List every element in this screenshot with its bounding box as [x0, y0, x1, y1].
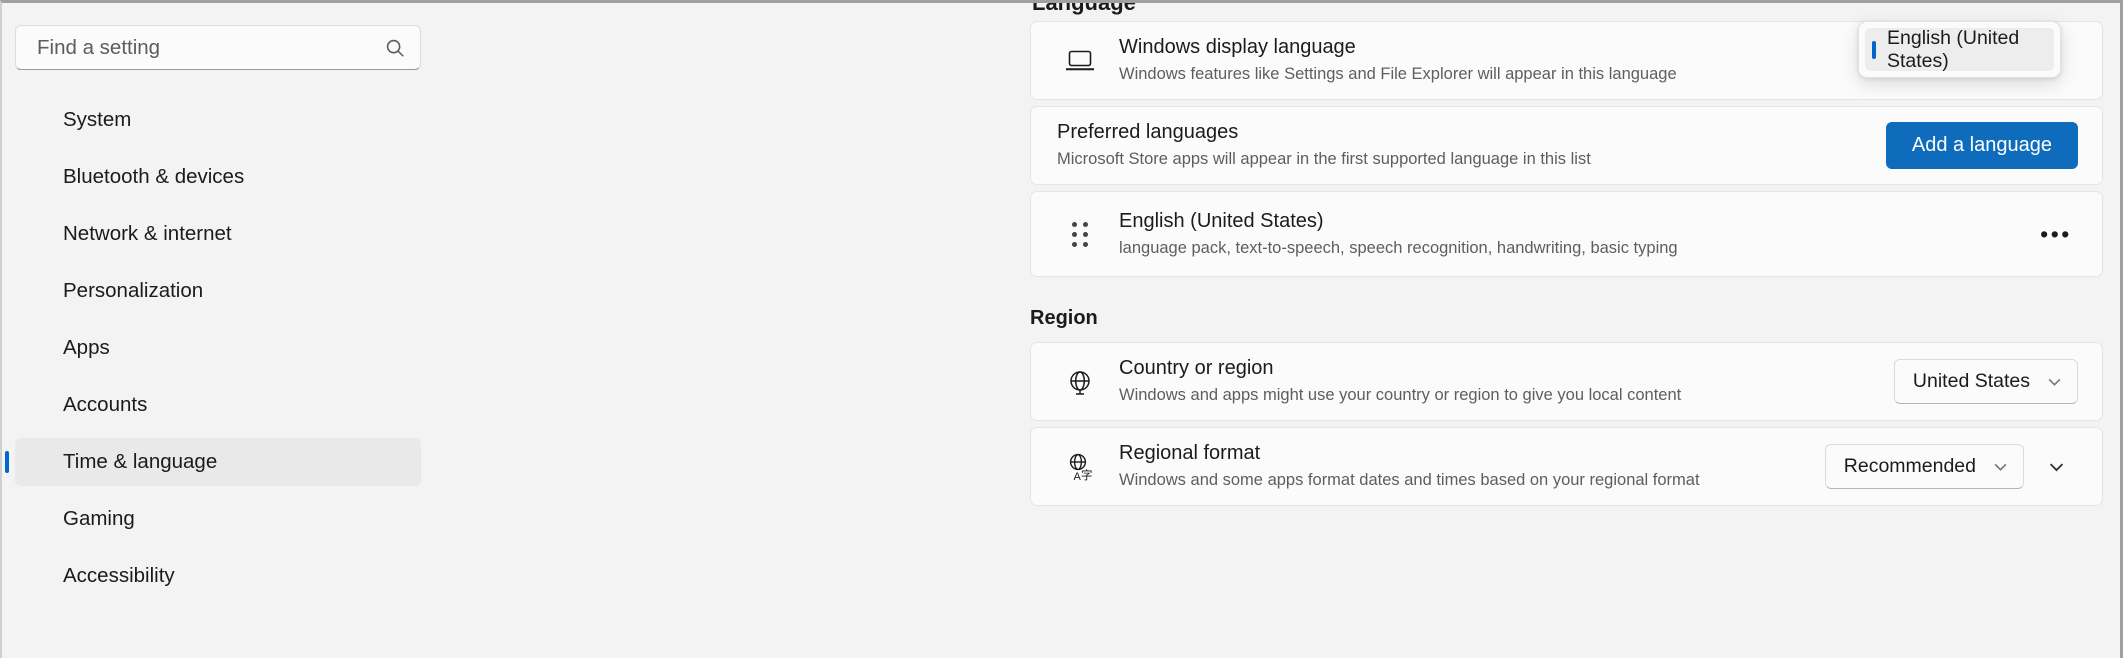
card-right-slot: Add a language	[1886, 122, 2078, 169]
card-right-slot: United States	[1894, 359, 2078, 404]
sidebar-item-gaming[interactable]: Gaming	[15, 495, 421, 543]
regional-format-dropdown[interactable]: Recommended	[1825, 444, 2024, 489]
search-box[interactable]	[15, 25, 421, 70]
card-title: Regional format	[1119, 440, 1825, 467]
regional-format-value: Recommended	[1844, 455, 1976, 478]
drag-handle-icon[interactable]	[1057, 222, 1103, 247]
drag-handle-dots[interactable]	[1072, 222, 1088, 247]
card-subtitle: language pack, text-to-speech, speech re…	[1119, 237, 2034, 260]
nav-spacer	[2, 144, 436, 153]
card-title: Preferred languages	[1057, 119, 1886, 146]
dot	[1072, 222, 1077, 227]
laptop-icon	[1057, 48, 1103, 74]
nav-spacer	[2, 315, 436, 324]
search-container	[2, 25, 436, 70]
dot	[1072, 232, 1077, 237]
sidebar-item-personalization[interactable]: Personalization	[15, 267, 421, 315]
chevron-down-icon	[1992, 458, 2009, 475]
sidebar-item-time-language[interactable]: Time & language	[15, 438, 421, 486]
sidebar-item-label: Bluetooth & devices	[63, 165, 244, 189]
dot	[1083, 222, 1088, 227]
sidebar-item-label: Network & internet	[63, 222, 232, 246]
sidebar-item-system[interactable]: System	[15, 96, 421, 144]
add-a-language-button[interactable]: Add a language	[1886, 122, 2078, 169]
sidebar-item-label: Accounts	[63, 393, 147, 417]
card-text: Country or region Windows and apps might…	[1103, 355, 1894, 407]
more-options-icon[interactable]: •••	[2034, 212, 2078, 256]
sidebar-item-label: Time & language	[63, 450, 217, 474]
translate-globe-icon: A 字	[1057, 451, 1103, 483]
expand-regional-format-button[interactable]	[2034, 445, 2078, 489]
sidebar-item-network-internet[interactable]: Network & internet	[15, 210, 421, 258]
card-country-or-region[interactable]: Country or region Windows and apps might…	[1030, 342, 2103, 421]
main-content: Language Windows display language Window…	[436, 3, 2120, 658]
nav-spacer	[2, 201, 436, 210]
sidebar-item-accessibility[interactable]: Accessibility	[15, 552, 421, 600]
sidebar-item-accounts[interactable]: Accounts	[15, 381, 421, 429]
card-subtitle: Microsoft Store apps will appear in the …	[1057, 148, 1886, 171]
country-or-region-dropdown[interactable]: United States	[1894, 359, 2078, 404]
nav-spacer	[2, 486, 436, 495]
globe-icon	[1057, 367, 1103, 397]
flyout-option-label: English (United States)	[1887, 27, 2054, 73]
flyout-option-english-united-states[interactable]: English (United States)	[1865, 28, 2054, 71]
card-subtitle: Windows and apps might use your country …	[1119, 384, 1894, 407]
sidebar-item-label: Accessibility	[63, 564, 175, 588]
card-subtitle: Windows and some apps format dates and t…	[1119, 469, 1825, 492]
dot	[1072, 242, 1077, 247]
sidebar-item-apps[interactable]: Apps	[15, 324, 421, 372]
nav-spacer	[2, 372, 436, 381]
svg-text:字: 字	[1081, 468, 1093, 482]
search-input[interactable]	[37, 36, 384, 60]
card-text: English (United States) language pack, t…	[1103, 208, 2034, 260]
settings-window: System Bluetooth & devices Network & int…	[0, 0, 2123, 658]
search-icon[interactable]	[384, 37, 406, 59]
card-preferred-languages: Preferred languages Microsoft Store apps…	[1030, 106, 2103, 185]
card-title: Country or region	[1119, 355, 1894, 382]
sidebar: System Bluetooth & devices Network & int…	[2, 3, 436, 658]
sidebar-item-label: Apps	[63, 336, 110, 360]
card-language-english-united-states[interactable]: English (United States) language pack, t…	[1030, 191, 2103, 277]
card-regional-format[interactable]: A 字 Regional format Windows and some app…	[1030, 427, 2103, 506]
card-text: Preferred languages Microsoft Store apps…	[1057, 119, 1886, 171]
settings-card-list: Windows display language Windows feature…	[446, 3, 2120, 506]
page-section-heading-language: Language	[1032, 3, 1136, 16]
card-text: Regional format Windows and some apps fo…	[1103, 440, 1825, 492]
sidebar-item-label: Gaming	[63, 507, 135, 531]
sidebar-item-label: Personalization	[63, 279, 203, 303]
chevron-down-icon	[2046, 373, 2063, 390]
sidebar-item-bluetooth-devices[interactable]: Bluetooth & devices	[15, 153, 421, 201]
page-section-heading-region: Region	[1030, 307, 2120, 330]
sidebar-nav: System Bluetooth & devices Network & int…	[2, 96, 436, 600]
card-right-slot: Recommended	[1825, 444, 2078, 489]
dot	[1083, 242, 1088, 247]
nav-spacer	[2, 543, 436, 552]
dot	[1083, 232, 1088, 237]
nav-spacer	[2, 429, 436, 438]
display-language-dropdown-flyout: English (United States)	[1858, 21, 2061, 78]
country-or-region-value: United States	[1913, 370, 2030, 393]
sidebar-item-label: System	[63, 108, 131, 132]
card-title: English (United States)	[1119, 208, 2034, 235]
nav-spacer	[2, 258, 436, 267]
card-right-slot: •••	[2034, 212, 2078, 256]
